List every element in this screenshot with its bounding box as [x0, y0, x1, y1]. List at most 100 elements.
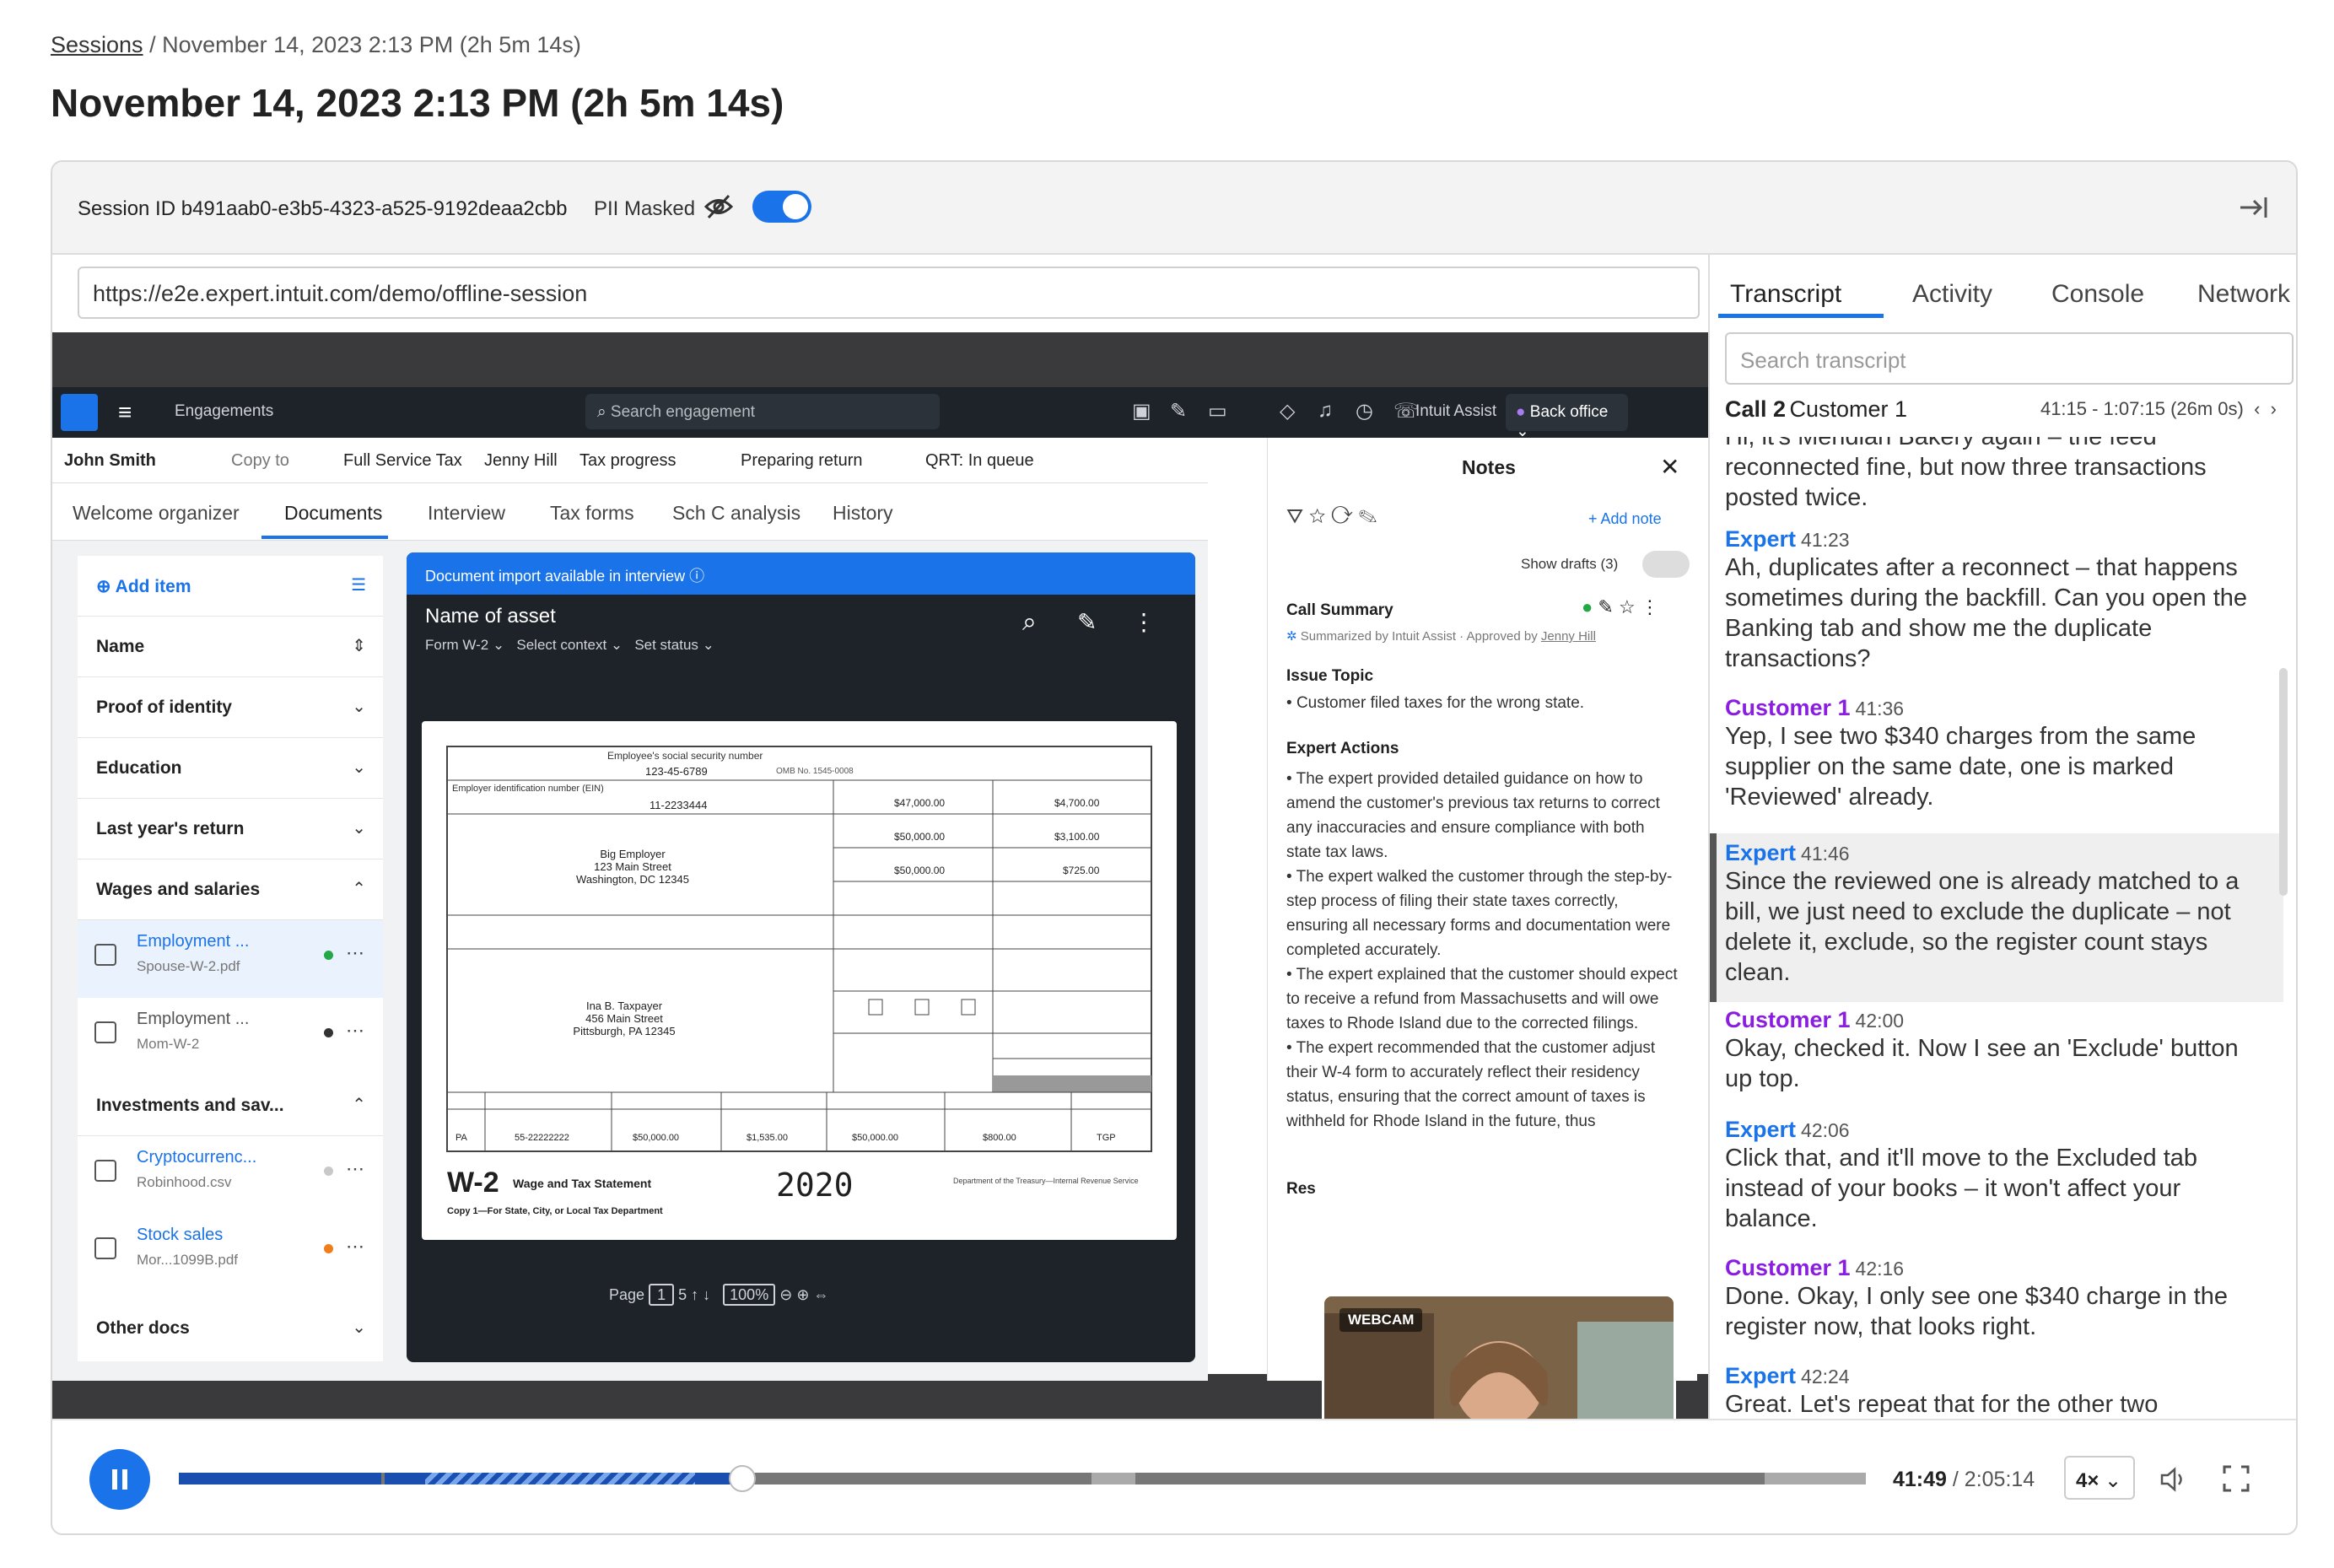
tab-network[interactable]: Network [2197, 280, 2290, 309]
w2-ein-label: Employer identification number (EIN) [452, 784, 604, 794]
chevron-down-icon: ⌄ [352, 698, 366, 716]
intuit-assist-label: Intuit Assist [1415, 402, 1497, 420]
app-search-placeholder: Search engagement [610, 403, 756, 421]
message-text: Yep, I see two $340 charges from the sam… [1725, 723, 2197, 811]
breadcrumb-current: / November 14, 2023 2:13 PM (2h 5m 14s) [149, 32, 581, 57]
scrubber-handle[interactable] [729, 1465, 756, 1492]
w2-form: Employee's social security number 123-45… [422, 721, 1177, 1240]
action-item: • The expert walked the customer through… [1286, 868, 1673, 959]
arrow-down-icon: ↓ [703, 1286, 711, 1303]
fit-width-icon: ⇔ [813, 1286, 829, 1303]
issue-topic-title: Issue Topic [1286, 667, 1374, 685]
import-banner: Document import available in interview ⓘ [407, 552, 1195, 595]
transcript-message[interactable]: Customer 1 42:16 Done. Okay, I only see on… [1710, 1255, 2283, 1342]
breadcrumb-sessions-link[interactable]: Sessions [51, 32, 143, 57]
app-tab-sch-c: Sch C analysis [672, 502, 801, 524]
section-label: Last year's return [96, 819, 245, 838]
message-time: 41:46 [1801, 843, 1850, 865]
action-text: The expert explained that the customer s… [1286, 966, 1678, 1032]
total-time: / 2:05:14 [1952, 1468, 2035, 1491]
summary-actions: ● ✎ ☆ ⋮ [1582, 596, 1659, 618]
fullscreen-icon[interactable] [2222, 1464, 2250, 1493]
section-name-label: Name [96, 637, 145, 656]
w2-state: PA [455, 1133, 467, 1143]
played-segment [385, 1473, 425, 1484]
transcript-message[interactable]: Expert 42:24 Great. Let's repeat that for … [1710, 1363, 2283, 1419]
w2-box3: $50,000.00 [894, 831, 946, 843]
chevron-left-icon[interactable]: ‹ [2254, 398, 2260, 419]
w2-form-title: Wage and Tax Statement [513, 1177, 652, 1190]
status-dot [324, 1167, 333, 1176]
app-search: ⌕ Search engagement [585, 394, 940, 429]
page-number: 1 [649, 1284, 675, 1306]
tax-progress: Tax progress [579, 451, 676, 470]
collapse-panel-icon[interactable] [2237, 192, 2271, 223]
status-dot: ● [1516, 403, 1530, 421]
w2-copy: Copy 1—For State, City, or Local Tax Dep… [447, 1206, 663, 1216]
transcript-search-input[interactable]: Search transcript [1725, 332, 2294, 385]
transcript-message-active[interactable]: Expert 41:46 Since the reviewed one is alr… [1710, 833, 2283, 1002]
action-item: • The expert explained that the customer… [1286, 966, 1678, 1032]
arrow-up-icon: ↑ [691, 1286, 699, 1303]
w2-employee: Ina B. Taxpayer 456 Main Street Pittsburgh… [557, 1000, 692, 1037]
section-wages: Wages and salaries ⌃ [78, 859, 383, 920]
tab-activity[interactable]: Activity [1912, 280, 1992, 309]
transcript-message[interactable]: Customer 1 41:36 Yep, I see two $340 charg… [1710, 695, 2283, 812]
chevron-right-icon[interactable]: › [2271, 398, 2277, 419]
action-text: The expert recommended that the customer… [1286, 1039, 1656, 1130]
issue-text: • Customer filed taxes for the wrong sta… [1286, 694, 1585, 712]
expert-actions-title: Expert Actions [1286, 740, 1399, 757]
pause-button[interactable] [89, 1449, 150, 1510]
queue-status: QRT: In queue [925, 451, 1034, 470]
status-dot [324, 1244, 333, 1253]
message-time: 42:16 [1855, 1258, 1905, 1280]
document-list: ⊕ Add item ☰ Name ⇕ Proof of identity ⌄ Edu… [78, 556, 383, 1361]
more-icon: ⋯ [346, 1158, 364, 1179]
section-name: Name ⇕ [78, 617, 383, 677]
w2-box5: $50,000.00 [894, 865, 946, 876]
notes-title: Notes [1462, 456, 1516, 478]
progress-track[interactable] [179, 1465, 1866, 1492]
transcript-message[interactable]: Expert 41:23 Ah, duplicates after a reconn… [1710, 526, 2283, 674]
message-text: Done. Okay, I only see one $340 charge i… [1725, 1283, 2228, 1340]
page-total: 5 [678, 1286, 687, 1303]
employer-line: Big Employer [600, 848, 666, 860]
summarized-by-text: Summarized by Intuit Assist · Approved b… [1300, 629, 1538, 644]
transcript-message[interactable]: Hi, it's Meridian Bakery again – the fee… [1710, 437, 2283, 513]
add-note-button: + Add note [1588, 510, 1662, 527]
service-type: Full Service Tax [343, 451, 462, 470]
app-topbar: ≡ Engagements ⌕ Search engagement ▣ ✎ ▭ … [52, 387, 1708, 440]
speaker-name: Customer 1 [1725, 695, 1851, 720]
show-drafts-label: Show drafts (3) [1521, 556, 1619, 572]
w2-form-code: W-2 [447, 1167, 499, 1199]
session-video[interactable]: ≡ Engagements ⌕ Search engagement ▣ ✎ ▭ … [52, 332, 1708, 1496]
chevron-down-icon: ⌄ [352, 1318, 366, 1337]
resolution-title-partial: Res [1286, 1180, 1316, 1198]
app-tab-tax-forms: Tax forms [550, 502, 634, 524]
show-drafts-toggle [1642, 551, 1690, 578]
transcript-message[interactable]: Customer 1 42:00 Okay, checked it. Now I s… [1710, 1007, 2283, 1094]
call-header: Call 2 Customer 1 41:15 - 1:07:15 (26m 0… [1725, 396, 2296, 437]
call-customer: Customer 1 [1789, 396, 1908, 422]
tab-transcript[interactable]: Transcript [1730, 280, 1841, 309]
note-filter-icons: ⛛ ☆ ⟳ ✎ [1286, 505, 1377, 528]
speed-select[interactable]: 4× ⌄ [2064, 1456, 2135, 1500]
volume-icon[interactable] [2159, 1466, 2189, 1493]
menu-icon: ≡ [118, 399, 132, 425]
import-banner-text: Document import available in interview [425, 568, 686, 585]
file-checkbox [94, 944, 116, 966]
app-tab-documents: Documents [284, 502, 383, 524]
message-text: Hi, it's Meridian Bakery again – the fee… [1725, 437, 2207, 511]
app-context-bar: John Smith Copy to Full Service Tax Jenn… [52, 438, 1208, 483]
file-row: Employment ... Spouse-W-2.pdf ⋯ [78, 920, 383, 998]
url-field[interactable]: https://e2e.expert.intuit.com/demo/offli… [78, 267, 1700, 319]
call-time-range: 41:15 - 1:07:15 (26m 0s) ‹ › [2040, 398, 2277, 420]
section-other-docs: Other docs ⌄ [78, 1298, 383, 1359]
tab-console[interactable]: Console [2051, 280, 2144, 309]
pii-mask-toggle[interactable] [752, 191, 811, 223]
transcript-scrollbar[interactable] [2279, 668, 2288, 896]
search-icon: ⌕ [597, 403, 611, 421]
transcript-message[interactable]: Expert 42:06 Click that, and it'll move to… [1710, 1117, 2283, 1234]
active-tab-indicator [1718, 314, 1884, 318]
app-clock-icon: ◷ [1356, 400, 1373, 423]
